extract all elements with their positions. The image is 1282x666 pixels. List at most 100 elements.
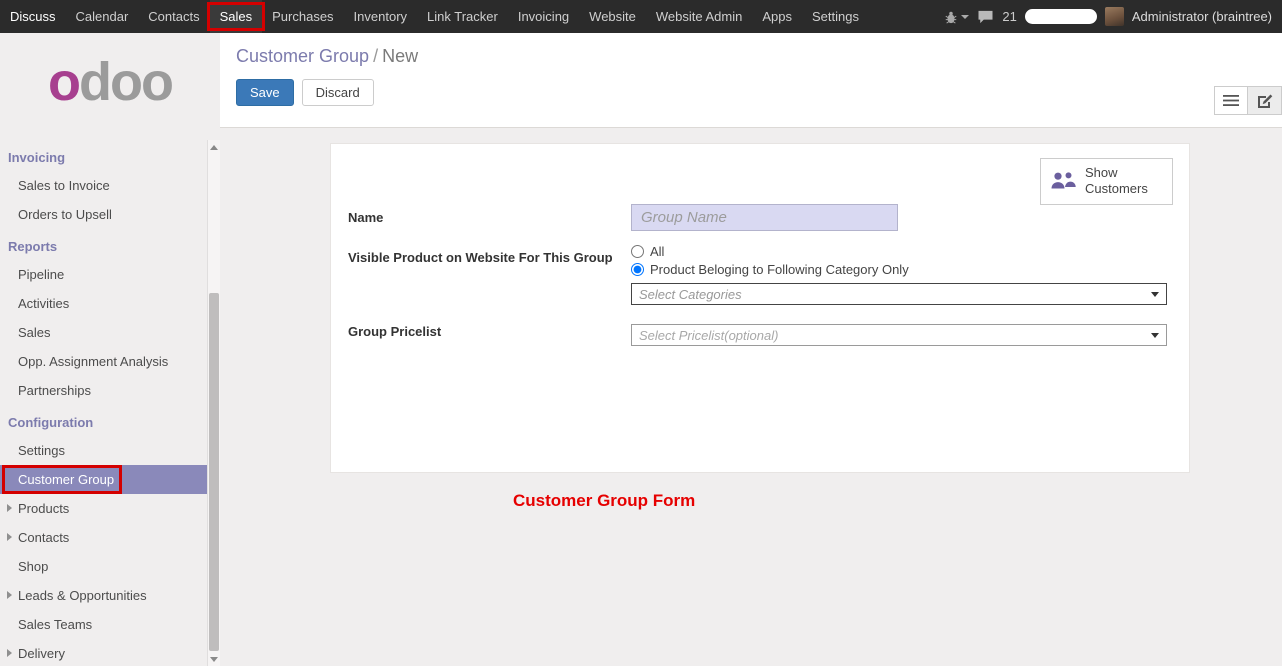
topbar-item-settings[interactable]: Settings xyxy=(802,0,869,33)
section-header-configuration: Configuration xyxy=(0,405,207,436)
main-area: Customer Group/New Save Discard xyxy=(220,33,1282,666)
control-panel-actions: Save Discard xyxy=(236,79,1282,106)
sidebar-item-products[interactable]: Products xyxy=(0,494,207,523)
categories-select[interactable]: Select Categories xyxy=(631,283,1167,305)
radio-option-all: All xyxy=(631,244,1167,259)
list-view-button[interactable] xyxy=(1214,86,1248,115)
topbar-item-sales[interactable]: Sales xyxy=(210,0,263,33)
sidebar-item-leads-opportunities[interactable]: Leads & Opportunities xyxy=(0,581,207,610)
radio-option-category: Product Beloging to Following Category O… xyxy=(631,262,1167,277)
sidebar-item-activities[interactable]: Activities xyxy=(0,289,207,318)
sidebar-item-label: Leads & Opportunities xyxy=(18,588,147,603)
chat-bubble-glyph xyxy=(977,10,994,24)
topbar-item-inventory[interactable]: Inventory xyxy=(344,0,417,33)
sidebar: odoo Invoicing Sales to Invoice Orders t… xyxy=(0,33,220,666)
scroll-down-icon[interactable] xyxy=(208,652,220,666)
expand-caret-icon xyxy=(7,533,12,541)
topbar-item-website[interactable]: Website xyxy=(579,0,646,33)
breadcrumb-parent-link[interactable]: Customer Group xyxy=(236,46,369,66)
timer-pill[interactable] xyxy=(1025,9,1097,24)
customer-group-form: Show Customers Name Visible Product on W… xyxy=(330,143,1190,473)
sidebar-menu: Invoicing Sales to Invoice Orders to Ups… xyxy=(0,140,220,666)
avatar[interactable] xyxy=(1105,7,1124,26)
list-icon xyxy=(1223,94,1239,107)
control-panel: Customer Group/New Save Discard xyxy=(220,33,1282,128)
topbar-right: 21 Administrator (braintree) xyxy=(944,0,1282,33)
radio-all[interactable] xyxy=(631,245,644,258)
content-area: Show Customers Name Visible Product on W… xyxy=(220,128,1282,666)
sidebar-item-pipeline[interactable]: Pipeline xyxy=(0,260,207,289)
expand-caret-icon xyxy=(7,504,12,512)
topbar-item-contacts[interactable]: Contacts xyxy=(138,0,209,33)
topbar-item-discuss[interactable]: Discuss xyxy=(0,0,66,33)
group-name-input[interactable] xyxy=(631,204,898,231)
breadcrumb-current: New xyxy=(382,46,418,66)
expand-caret-icon xyxy=(7,649,12,657)
sidebar-item-sales-to-invoice[interactable]: Sales to Invoice xyxy=(0,171,207,200)
user-menu[interactable]: Administrator (braintree) xyxy=(1132,9,1272,24)
field-row-pricelist: Group Pricelist Select Pricelist(optiona… xyxy=(348,318,1167,346)
section-header-reports: Reports xyxy=(0,229,207,260)
dropdown-arrow-icon xyxy=(1151,333,1159,338)
sidebar-item-sales-teams[interactable]: Sales Teams xyxy=(0,610,207,639)
section-header-invoicing: Invoicing xyxy=(0,140,207,171)
sidebar-item-shop[interactable]: Shop xyxy=(0,552,207,581)
radio-category-label: Product Beloging to Following Category O… xyxy=(650,262,909,277)
screen: Discuss Calendar Contacts Sales Purchase… xyxy=(0,0,1282,666)
odoo-logo: odoo xyxy=(0,33,220,140)
breadcrumb-separator: / xyxy=(373,46,378,66)
show-customers-button[interactable]: Show Customers xyxy=(1040,158,1173,205)
debug-icon[interactable] xyxy=(944,10,969,24)
pricelist-placeholder: Select Pricelist(optional) xyxy=(639,328,778,343)
form-view-button[interactable] xyxy=(1248,86,1282,115)
chevron-down-icon xyxy=(961,15,969,19)
dropdown-arrow-icon xyxy=(1151,292,1159,297)
visibility-label: Visible Product on Website For This Grou… xyxy=(348,244,631,305)
topbar-item-purchases[interactable]: Purchases xyxy=(262,0,343,33)
sidebar-item-partnerships[interactable]: Partnerships xyxy=(0,376,207,405)
topbar-item-link-tracker[interactable]: Link Tracker xyxy=(417,0,508,33)
scrollbar-thumb[interactable] xyxy=(209,293,219,651)
sidebar-item-contacts[interactable]: Contacts xyxy=(0,523,207,552)
sidebar-item-customer-group[interactable]: Customer Group xyxy=(0,465,207,494)
view-switcher xyxy=(1214,86,1282,115)
sidebar-item-delivery[interactable]: Delivery xyxy=(0,639,207,666)
topbar-item-sales-label: Sales xyxy=(220,9,253,24)
annotation-caption: Customer Group Form xyxy=(513,491,1282,511)
logo-rest: doo xyxy=(79,52,172,112)
sidebar-item-settings[interactable]: Settings xyxy=(0,436,207,465)
show-customers-label: Show Customers xyxy=(1085,165,1153,198)
messages-icon[interactable] xyxy=(977,10,994,24)
pricelist-label: Group Pricelist xyxy=(348,318,631,346)
sidebar-item-label: Products xyxy=(18,501,69,516)
sidebar-item-opp-assignment-analysis[interactable]: Opp. Assignment Analysis xyxy=(0,347,207,376)
topbar-item-website-admin[interactable]: Website Admin xyxy=(646,0,752,33)
sidebar-item-label: Contacts xyxy=(18,530,69,545)
topbar: Discuss Calendar Contacts Sales Purchase… xyxy=(0,0,1282,33)
logo-letter: o xyxy=(48,52,79,112)
scroll-up-icon[interactable] xyxy=(208,140,220,154)
sidebar-item-sales[interactable]: Sales xyxy=(0,318,207,347)
topbar-item-calendar[interactable]: Calendar xyxy=(66,0,139,33)
pricelist-select[interactable]: Select Pricelist(optional) xyxy=(631,324,1167,346)
expand-caret-icon xyxy=(7,591,12,599)
bug-icon-glyph xyxy=(944,10,958,24)
discard-button[interactable]: Discard xyxy=(302,79,374,106)
sidebar-item-orders-to-upsell[interactable]: Orders to Upsell xyxy=(0,200,207,229)
people-icon xyxy=(1049,170,1077,192)
sidebar-item-label: Delivery xyxy=(18,646,65,661)
message-count[interactable]: 21 xyxy=(1002,9,1016,24)
topbar-item-invoicing[interactable]: Invoicing xyxy=(508,0,579,33)
field-row-name: Name xyxy=(348,204,1167,231)
breadcrumb: Customer Group/New xyxy=(220,33,1282,67)
name-label: Name xyxy=(348,204,631,231)
field-row-visibility: Visible Product on Website For This Grou… xyxy=(348,244,1167,305)
sidebar-item-label: Customer Group xyxy=(18,472,114,487)
edit-icon xyxy=(1257,93,1273,108)
topbar-item-apps[interactable]: Apps xyxy=(752,0,802,33)
categories-placeholder: Select Categories xyxy=(639,287,742,302)
radio-category-only[interactable] xyxy=(631,263,644,276)
sidebar-scrollbar[interactable] xyxy=(207,140,220,666)
radio-all-label: All xyxy=(650,244,664,259)
save-button[interactable]: Save xyxy=(236,79,294,106)
